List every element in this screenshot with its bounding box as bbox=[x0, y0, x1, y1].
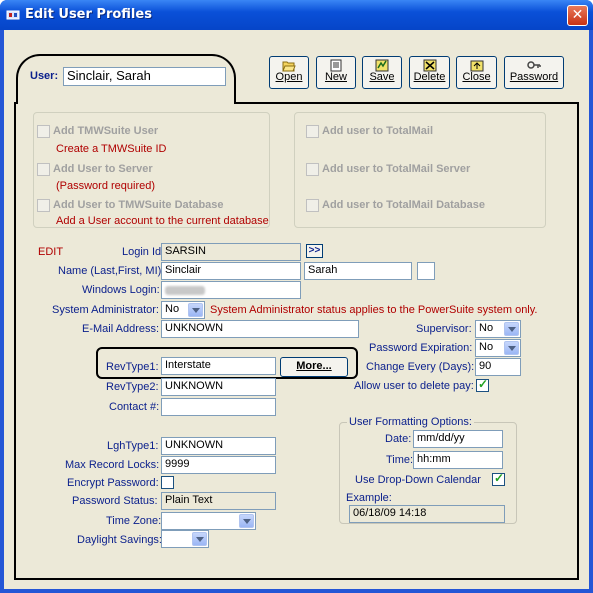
date-format-label: Date: bbox=[385, 433, 412, 445]
delete-label: Delete bbox=[413, 71, 446, 83]
formatting-options-title: User Formatting Options: bbox=[347, 416, 474, 428]
revtype2-label: RevType2: bbox=[106, 381, 159, 393]
middle-initial-field[interactable] bbox=[417, 262, 435, 280]
sysadmin-select[interactable]: No bbox=[161, 301, 205, 319]
encrypt-password-label: Encrypt Password: bbox=[67, 477, 159, 489]
password-status-field: Plain Text bbox=[161, 492, 276, 510]
window-title: Edit User Profiles bbox=[25, 7, 152, 22]
chevron-down-icon bbox=[239, 514, 254, 528]
open-label: Open bbox=[275, 71, 303, 83]
add-user-to-db-label: Add User to TMWSuite Database bbox=[53, 199, 224, 211]
sysadmin-note: System Administrator status applies to t… bbox=[210, 304, 538, 316]
time-zone-select[interactable] bbox=[161, 512, 256, 530]
password-expiration-label: Password Expiration: bbox=[369, 342, 473, 354]
time-format-field[interactable]: hh:mm bbox=[413, 451, 503, 469]
name-label: Name (Last,First, MI): bbox=[58, 265, 165, 277]
app-icon bbox=[6, 10, 20, 20]
revtype2-field[interactable]: UNKNOWN bbox=[161, 378, 276, 396]
supervisor-select[interactable]: No bbox=[475, 320, 521, 338]
add-totalmail-server-label: Add user to TotalMail Server bbox=[322, 163, 471, 175]
redacted-login-value bbox=[165, 286, 205, 295]
password-required-note: (Password required) bbox=[56, 180, 156, 192]
password-expiration-value: No bbox=[479, 341, 494, 353]
email-field[interactable]: UNKNOWN bbox=[161, 320, 359, 338]
open-button[interactable]: Open bbox=[269, 56, 309, 89]
example-label: Example: bbox=[346, 492, 392, 504]
password-label: Password bbox=[509, 71, 559, 83]
close-label: Close bbox=[462, 71, 491, 83]
title-bar: Edit User Profiles ✕ bbox=[0, 0, 593, 30]
edit-mode-indicator: EDIT bbox=[38, 246, 64, 258]
user-name-field[interactable]: Sinclair, Sarah bbox=[63, 67, 226, 86]
revtype1-field[interactable]: Interstate bbox=[161, 357, 276, 375]
supervisor-value: No bbox=[479, 322, 494, 334]
password-status-label: Password Status: bbox=[72, 495, 158, 507]
sysadmin-label: System Administrator: bbox=[52, 304, 159, 316]
add-tmwsuite-user-label: Add TMWSuite User bbox=[53, 125, 159, 137]
add-totalmail-db-checkbox[interactable] bbox=[306, 199, 319, 212]
allow-delete-pay-checkbox[interactable] bbox=[476, 377, 489, 392]
delete-button[interactable]: Delete bbox=[409, 56, 450, 89]
new-label: New bbox=[324, 71, 347, 83]
save-button[interactable]: Save bbox=[362, 56, 402, 89]
allow-delete-pay-label: Allow user to delete pay: bbox=[354, 380, 474, 392]
add-user-to-db-checkbox[interactable] bbox=[37, 199, 50, 212]
add-user-account-note: Add a User account to the current databa… bbox=[56, 215, 269, 227]
user-label: User: bbox=[30, 70, 59, 82]
lghtype1-label: LghType1: bbox=[107, 440, 159, 452]
add-user-to-server-label: Add User to Server bbox=[53, 163, 153, 175]
password-expiration-select[interactable]: No bbox=[475, 339, 521, 357]
max-locks-label: Max Record Locks: bbox=[65, 459, 160, 471]
contact-label: Contact #: bbox=[109, 401, 160, 413]
dialog-body: User: Sinclair, Sarah Open New Save Dele… bbox=[4, 30, 589, 589]
chevron-down-icon bbox=[504, 322, 519, 336]
chevron-down-icon bbox=[192, 532, 207, 546]
first-name-field[interactable]: Sarah bbox=[304, 262, 412, 280]
new-button[interactable]: New bbox=[316, 56, 356, 89]
login-lookup-button[interactable]: >> bbox=[306, 244, 323, 258]
example-output: 06/18/09 14:18 bbox=[349, 505, 505, 523]
more-button[interactable]: More... bbox=[280, 357, 348, 377]
add-totalmail-server-checkbox[interactable] bbox=[306, 163, 319, 176]
contact-field[interactable] bbox=[161, 398, 276, 416]
date-format-field[interactable]: mm/dd/yy bbox=[413, 430, 503, 448]
window-close-button[interactable]: ✕ bbox=[567, 5, 588, 26]
daylight-savings-select[interactable] bbox=[161, 530, 209, 548]
max-locks-field[interactable]: 9999 bbox=[161, 456, 276, 474]
email-label: E-Mail Address: bbox=[82, 323, 160, 335]
login-id-label: Login Id: bbox=[122, 246, 165, 258]
windows-login-field[interactable] bbox=[161, 281, 301, 299]
sysadmin-value: No bbox=[165, 303, 180, 315]
add-totalmail-label: Add user to TotalMail bbox=[322, 125, 434, 137]
drop-down-calendar-checkbox[interactable] bbox=[492, 471, 505, 486]
add-tmwsuite-user-checkbox[interactable] bbox=[37, 125, 50, 138]
change-every-field[interactable]: 90 bbox=[475, 358, 521, 376]
revtype1-label: RevType1: bbox=[106, 361, 159, 373]
supervisor-label: Supervisor: bbox=[416, 323, 472, 335]
password-button[interactable]: Password bbox=[504, 56, 564, 89]
time-zone-label: Time Zone: bbox=[106, 515, 162, 527]
save-label: Save bbox=[369, 71, 395, 83]
change-every-label: Change Every (Days): bbox=[366, 361, 475, 373]
windows-login-label: Windows Login: bbox=[82, 284, 160, 296]
close-button[interactable]: Close bbox=[456, 56, 497, 89]
chevron-down-icon bbox=[188, 303, 203, 317]
encrypt-password-checkbox[interactable] bbox=[161, 476, 174, 489]
time-format-label: Time: bbox=[386, 454, 414, 466]
create-tmwsuite-id-note: Create a TMWSuite ID bbox=[56, 143, 167, 155]
login-id-field[interactable]: SARSIN bbox=[161, 243, 301, 261]
more-button-label: More... bbox=[296, 360, 332, 372]
chevron-down-icon bbox=[504, 341, 519, 355]
last-name-field[interactable]: Sinclair bbox=[161, 262, 301, 280]
add-totalmail-checkbox[interactable] bbox=[306, 125, 319, 138]
lghtype1-field[interactable]: UNKNOWN bbox=[161, 437, 276, 455]
edit-user-profiles-window: Edit User Profiles ✕ User: Sinclair, Sar… bbox=[0, 0, 593, 593]
daylight-savings-label: Daylight Savings: bbox=[77, 534, 162, 546]
add-user-to-server-checkbox[interactable] bbox=[37, 163, 50, 176]
drop-down-calendar-label: Use Drop-Down Calendar bbox=[355, 474, 481, 486]
add-totalmail-db-label: Add user to TotalMail Database bbox=[322, 199, 485, 211]
